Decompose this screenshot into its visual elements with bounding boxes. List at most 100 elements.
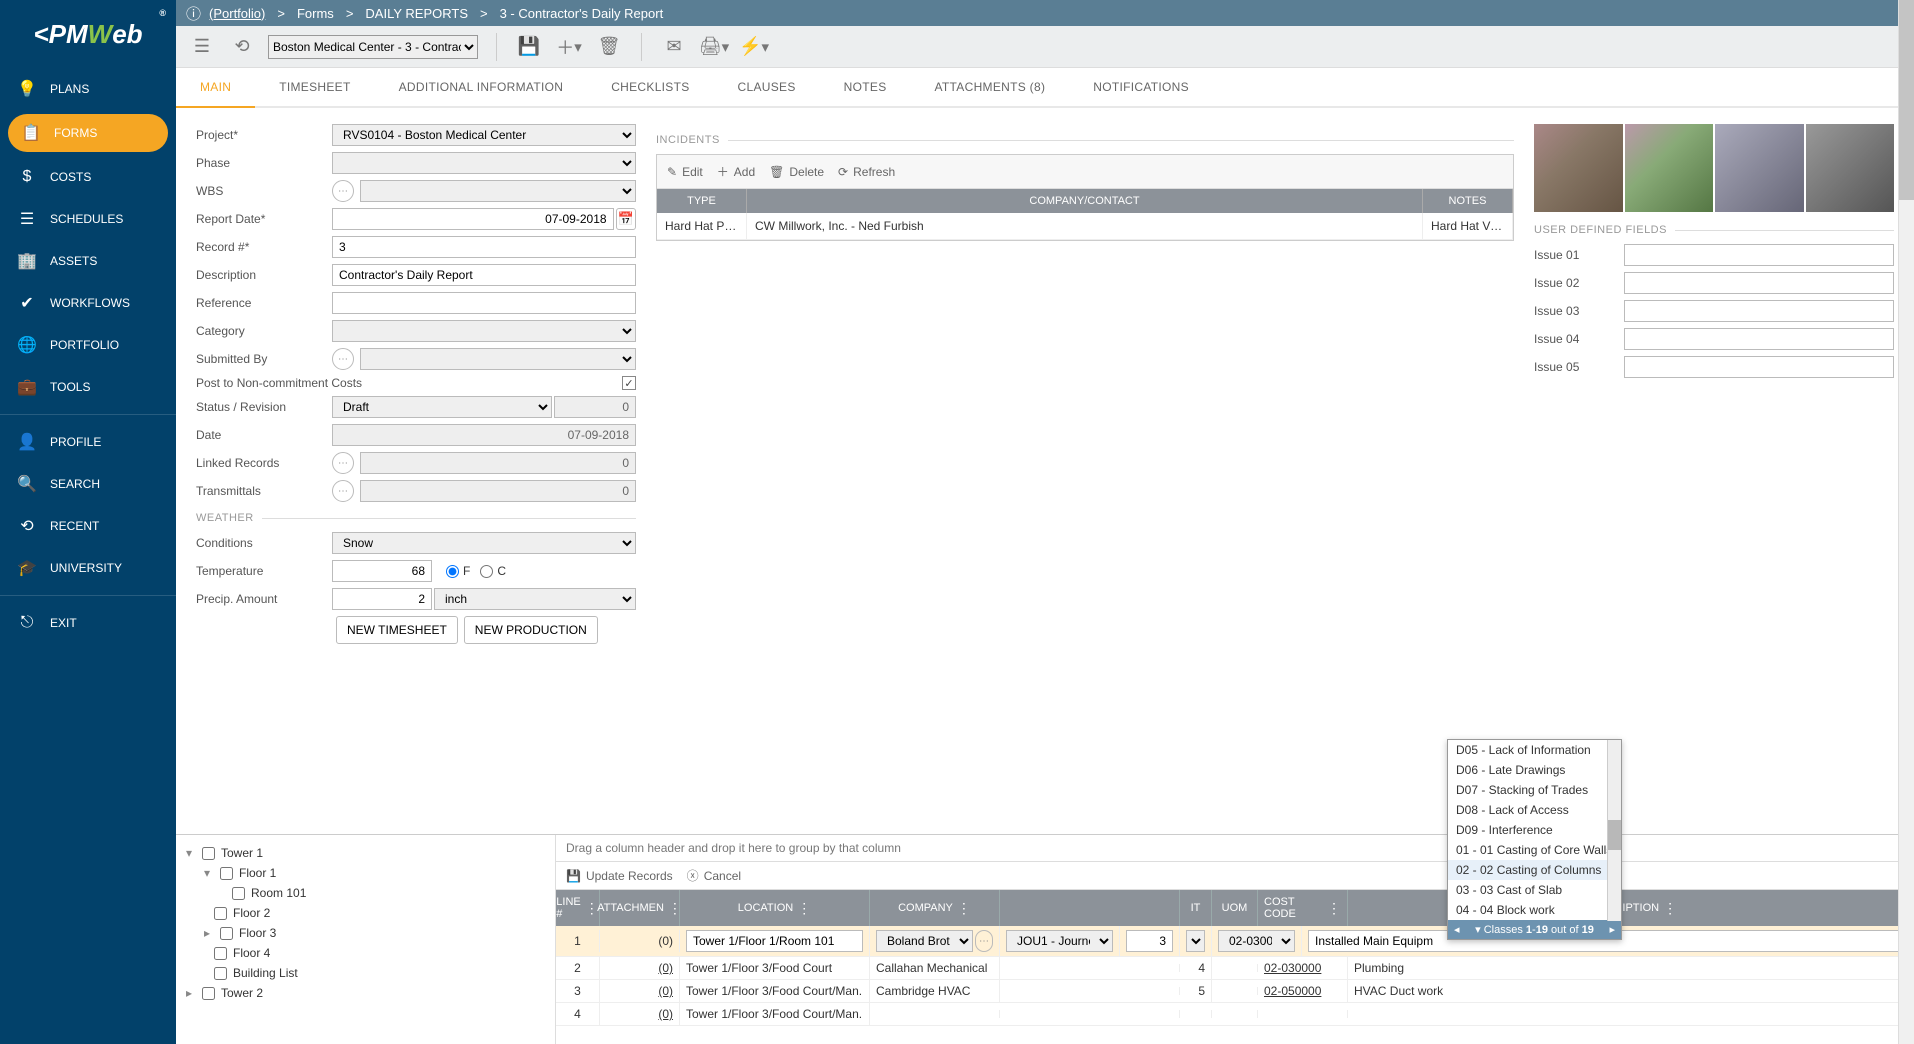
add-icon[interactable]: ＋▾ <box>555 33 583 61</box>
dropdown-option[interactable]: 04 - 04 Block work <box>1448 900 1621 920</box>
tree-checkbox[interactable] <box>202 847 215 860</box>
tree-toggle[interactable]: ▾ <box>204 866 214 880</box>
project-select[interactable]: Boston Medical Center - 3 - Contrac <box>268 35 478 59</box>
nav-university[interactable]: 🎓UNIVERSITY <box>0 547 176 589</box>
grid-cell[interactable]: 02-050000 <box>1258 980 1348 1002</box>
history-icon[interactable]: ⟲ <box>228 33 256 61</box>
temperature-field[interactable] <box>332 560 432 582</box>
tree-checkbox[interactable] <box>202 987 215 1000</box>
nav-exit[interactable]: ⎋EXIT <box>0 602 176 644</box>
description-field[interactable] <box>332 264 636 286</box>
wbs-field[interactable] <box>360 180 636 202</box>
grid-th-attach[interactable]: ATTACHMEN⋮ <box>600 890 680 926</box>
incident-th-type[interactable]: TYPE <box>657 189 747 213</box>
tree-label[interactable]: Floor 2 <box>233 906 270 920</box>
grid-cell[interactable]: (0) <box>600 980 680 1002</box>
tab-additional[interactable]: ADDITIONAL INFORMATION <box>375 68 588 106</box>
grid-row[interactable]: 4 (0) Tower 1/Floor 3/Food Court/Man. <box>556 1003 1914 1026</box>
grid-cell[interactable]: (0) <box>600 930 680 952</box>
tab-checklists[interactable]: CHECKLISTS <box>587 68 713 106</box>
nav-portfolio[interactable]: 🌐PORTFOLIO <box>0 324 176 366</box>
nav-recent[interactable]: ⟲RECENT <box>0 505 176 547</box>
issue02-field[interactable] <box>1624 272 1894 294</box>
mail-icon[interactable]: ✉ <box>660 33 688 61</box>
save-icon[interactable]: 💾 <box>515 33 543 61</box>
linked-more-icon[interactable]: ⋯ <box>332 452 354 474</box>
costcode-select[interactable]: 02-030000 <box>1218 930 1295 952</box>
dropdown-option[interactable]: D05 - Lack of Information <box>1448 740 1621 760</box>
report-date-field[interactable] <box>332 208 614 230</box>
nav-tools[interactable]: 💼TOOLS <box>0 366 176 408</box>
new-production-button[interactable]: NEW PRODUCTION <box>464 616 598 644</box>
phase-field[interactable] <box>332 152 636 174</box>
temp-unit-f[interactable]: F <box>446 564 470 578</box>
transmittals-more-icon[interactable]: ⋯ <box>332 480 354 502</box>
classification-dropdown[interactable]: D05 - Lack of Information D06 - Late Dra… <box>1447 739 1622 940</box>
dropdown-option[interactable]: D09 - Interference <box>1448 820 1621 840</box>
nav-workflows[interactable]: ✔WORKFLOWS <box>0 282 176 324</box>
dropdown-option[interactable]: D06 - Late Drawings <box>1448 760 1621 780</box>
submitted-by-field[interactable] <box>360 348 636 370</box>
incident-delete-button[interactable]: 🗑Delete <box>769 163 824 180</box>
company-more-icon[interactable]: ⋯ <box>975 930 993 952</box>
incident-edit-button[interactable]: ✎Edit <box>667 163 703 180</box>
grid-th-uom[interactable]: UOM <box>1212 890 1258 926</box>
nav-schedules[interactable]: ☰SCHEDULES <box>0 198 176 240</box>
submitted-more-icon[interactable]: ⋯ <box>332 348 354 370</box>
tree-label[interactable]: Floor 1 <box>239 866 276 880</box>
tree-label[interactable]: Tower 2 <box>221 986 263 1000</box>
incident-row[interactable]: Hard Hat Protec CW Millwork, Inc. - Ned … <box>657 213 1513 240</box>
temp-unit-c[interactable]: C <box>480 564 506 578</box>
dropdown-option[interactable]: 01 - 01 Casting of Core Walls <box>1448 840 1621 860</box>
grid-th-blank[interactable] <box>1000 890 1180 926</box>
page-scrollbar[interactable] <box>1898 0 1914 1044</box>
precip-amount-field[interactable] <box>332 588 432 610</box>
location-input[interactable] <box>686 930 863 952</box>
qty-input[interactable] <box>1126 930 1173 952</box>
grid-th-description[interactable]: DESCRIPTION⋮ <box>1348 890 1914 926</box>
tab-attachments[interactable]: ATTACHMENTS (8) <box>911 68 1070 106</box>
grid-group-drop[interactable]: Drag a column header and drop it here to… <box>556 835 1914 862</box>
dropdown-option[interactable]: 02 - 02 Casting of Columns <box>1448 860 1621 880</box>
issue03-field[interactable] <box>1624 300 1894 322</box>
post-noncommit-checkbox[interactable]: ✓ <box>622 376 636 390</box>
tree-toggle[interactable]: ▾ <box>186 846 196 860</box>
tree-label[interactable]: Floor 3 <box>239 926 276 940</box>
grid-row[interactable]: 3 (0) Tower 1/Floor 3/Food Court/Man. Ca… <box>556 980 1914 1003</box>
nav-plans[interactable]: 💡PLANS <box>0 68 176 110</box>
bolt-icon[interactable]: ⚡▾ <box>740 33 768 61</box>
category-field[interactable] <box>332 320 636 342</box>
grid-th-line[interactable]: LINE #⋮ <box>556 890 600 926</box>
list-icon[interactable]: ☰ <box>188 33 216 61</box>
status-field[interactable]: Draft <box>332 396 552 418</box>
tree-checkbox[interactable] <box>214 967 227 980</box>
calendar-icon[interactable] <box>616 208 636 230</box>
update-records-button[interactable]: 💾Update Records <box>566 867 673 884</box>
nav-forms[interactable]: 📋FORMS <box>8 114 168 152</box>
tree-checkbox[interactable] <box>214 947 227 960</box>
delete-icon[interactable]: 🗑 <box>595 33 623 61</box>
wbs-more-icon[interactable]: ⋯ <box>332 180 354 202</box>
thumbnail[interactable] <box>1715 124 1804 212</box>
thumbnail[interactable] <box>1625 124 1714 212</box>
reference-field[interactable] <box>332 292 636 314</box>
grid-th-company[interactable]: COMPANY⋮ <box>870 890 1000 926</box>
grid-row[interactable]: 1 (0) Boland Brothers⋯ JOU1 - Journeyman… <box>556 926 1914 957</box>
tab-clauses[interactable]: CLAUSES <box>714 68 820 106</box>
tree-checkbox[interactable] <box>220 867 233 880</box>
cancel-button[interactable]: ⓧCancel <box>687 867 741 884</box>
tree-label[interactable]: Tower 1 <box>221 846 263 860</box>
record-no-field[interactable] <box>332 236 636 258</box>
incident-add-button[interactable]: ＋Add <box>717 163 755 180</box>
tab-timesheet[interactable]: TIMESHEET <box>255 68 374 106</box>
incident-th-company[interactable]: COMPANY/CONTACT <box>747 189 1423 213</box>
tree-toggle[interactable]: ▸ <box>186 986 196 1000</box>
nav-costs[interactable]: $COSTS <box>0 156 176 198</box>
tree-toggle[interactable]: ▸ <box>204 926 214 940</box>
info-icon[interactable]: ⓘ <box>186 3 201 24</box>
grid-th-it[interactable]: IT <box>1180 890 1212 926</box>
issue05-field[interactable] <box>1624 356 1894 378</box>
uom-select[interactable]: cy <box>1186 930 1205 952</box>
project-field[interactable]: RVS0104 - Boston Medical Center <box>332 124 636 146</box>
tab-notes[interactable]: NOTES <box>820 68 911 106</box>
